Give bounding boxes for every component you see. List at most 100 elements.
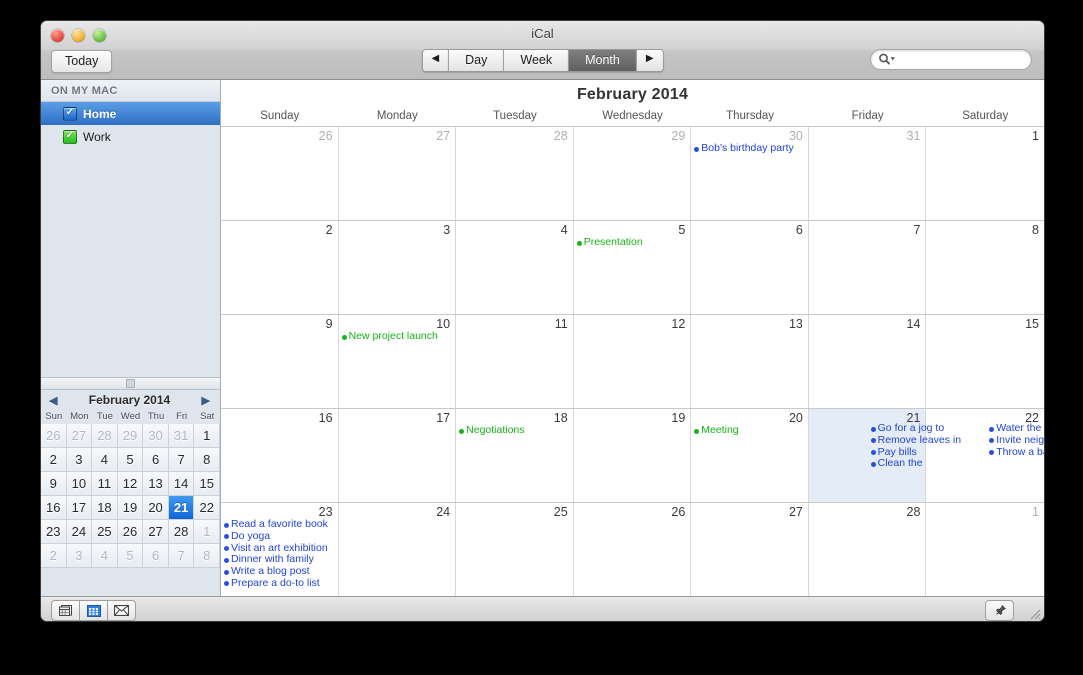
mini-day-cell[interactable]: 29 — [117, 424, 144, 448]
calendar-event[interactable]: Presentation — [576, 237, 689, 249]
calendar-event[interactable]: Bob's birthday party — [694, 143, 806, 155]
day-cell[interactable]: 14 — [809, 315, 927, 408]
day-cell[interactable]: 24 — [339, 503, 457, 596]
day-cell[interactable]: 8 — [926, 221, 1044, 314]
mini-day-cell[interactable]: 13 — [143, 472, 169, 496]
day-cell[interactable]: 28 — [809, 503, 927, 596]
mini-day-cell[interactable]: 27 — [66, 424, 93, 448]
calendar-event[interactable]: New project launch — [341, 331, 454, 343]
mini-day-cell[interactable]: 28 — [168, 520, 195, 544]
day-cell[interactable]: 31 — [809, 127, 927, 220]
calendar-event[interactable]: Prepare a do-to list — [224, 578, 336, 590]
day-cell[interactable]: 16 — [221, 409, 339, 502]
mini-day-cell[interactable]: 19 — [117, 496, 144, 520]
mini-day-cell[interactable]: 6 — [143, 544, 169, 568]
mini-day-cell[interactable]: 1 — [194, 520, 220, 544]
mini-day-cell[interactable]: 18 — [92, 496, 118, 520]
day-cell[interactable]: 20 Meeting — [691, 409, 809, 502]
day-cell[interactable]: 1 — [926, 127, 1044, 220]
day-cell[interactable]: 27 — [339, 127, 457, 220]
calendar-event[interactable]: Meeting — [694, 425, 806, 437]
mini-day-cell[interactable]: 1 — [194, 424, 220, 448]
calendar-event[interactable]: Read a favorite book — [224, 519, 336, 531]
mini-day-cell[interactable]: 4 — [92, 544, 118, 568]
day-cell[interactable]: 26 — [574, 503, 692, 596]
mini-day-cell[interactable]: 22 — [194, 496, 220, 520]
search-icon[interactable] — [878, 53, 896, 66]
previous-period-button[interactable]: ◀ — [422, 50, 450, 71]
mini-day-cell[interactable]: 6 — [143, 448, 169, 472]
calendar-checkbox-work[interactable]: ✓ — [63, 129, 77, 144]
day-cell[interactable]: 12 — [574, 315, 692, 408]
day-cell[interactable]: 5 Presentation — [574, 221, 692, 314]
calendar-event[interactable]: Water the flowers — [989, 423, 1044, 435]
mail-button[interactable] — [107, 600, 136, 621]
mini-day-cell[interactable]: 26 — [41, 424, 67, 448]
mini-day-cell[interactable]: 12 — [117, 472, 144, 496]
today-button[interactable]: Today — [51, 50, 113, 73]
day-cell[interactable]: 18 Negotiations — [456, 409, 574, 502]
mini-day-cell[interactable]: 15 — [194, 472, 220, 496]
calendar-grid-button[interactable] — [79, 600, 107, 621]
day-cell[interactable]: 4 — [456, 221, 574, 314]
mini-day-cell[interactable]: 5 — [117, 544, 144, 568]
calendar-event[interactable]: Remove leaves in — [870, 435, 988, 447]
calendar-event[interactable]: Do yoga — [224, 531, 336, 543]
mini-day-cell[interactable]: 27 — [143, 520, 169, 544]
day-cell[interactable]: 17 — [339, 409, 457, 502]
day-cell[interactable]: 25 — [456, 503, 574, 596]
mini-day-cell[interactable]: 30 — [143, 424, 169, 448]
mini-next-month-button[interactable]: ▶ — [202, 394, 210, 407]
mini-day-cell[interactable]: 21 — [168, 496, 195, 520]
day-cell[interactable]: 19 — [574, 409, 692, 502]
search-input[interactable] — [897, 51, 1025, 69]
calendar-event[interactable]: Invite neigh- — [989, 435, 1044, 447]
mini-day-cell[interactable]: 11 — [92, 472, 118, 496]
mini-day-cell[interactable]: 16 — [41, 496, 67, 520]
pin-button[interactable] — [985, 600, 1014, 621]
calendar-event[interactable]: Visit an art exhibition — [224, 543, 336, 555]
mini-day-cell[interactable]: 8 — [194, 544, 220, 568]
mini-day-cell[interactable]: 31 — [168, 424, 195, 448]
calendar-event[interactable]: Pay bills — [870, 447, 988, 459]
day-cell[interactable]: 6 — [691, 221, 809, 314]
mini-day-cell[interactable]: 8 — [194, 448, 220, 472]
calendar-checkbox-home[interactable]: ✓ — [63, 106, 77, 121]
calendar-event[interactable]: Write a blog post — [224, 566, 336, 578]
sidebar-splitter[interactable] — [41, 377, 220, 390]
day-cell[interactable]: 15 — [926, 315, 1044, 408]
day-cell[interactable]: 26 — [221, 127, 339, 220]
next-period-button[interactable]: ▶ — [636, 50, 663, 71]
day-cell[interactable]: 1 — [926, 503, 1044, 596]
search-field[interactable] — [870, 49, 1032, 70]
calendar-event[interactable]: Dinner with family — [224, 554, 336, 566]
tab-week[interactable]: Week — [504, 50, 570, 71]
mini-day-cell[interactable]: 2 — [41, 448, 67, 472]
mini-day-cell[interactable]: 7 — [168, 448, 195, 472]
day-cell[interactable]: 2 — [221, 221, 339, 314]
day-cell[interactable]: 23 Read a favorite book Do yoga Visit an ar… — [221, 503, 339, 596]
mini-day-cell[interactable]: 9 — [41, 472, 67, 496]
mini-day-cell[interactable]: 25 — [92, 520, 118, 544]
mini-day-cell[interactable]: 20 — [143, 496, 169, 520]
tab-day[interactable]: Day — [449, 50, 505, 71]
calendar-event[interactable]: Throw a barbecue — [989, 447, 1044, 459]
calendar-list-button[interactable] — [51, 600, 79, 621]
mini-day-cell[interactable]: 10 — [66, 472, 93, 496]
mini-day-cell[interactable]: 7 — [168, 544, 195, 568]
calendar-event[interactable]: Negotiations — [459, 425, 571, 437]
mini-day-cell[interactable]: 23 — [41, 520, 67, 544]
mini-day-cell[interactable]: 4 — [92, 448, 118, 472]
mini-day-cell[interactable]: 14 — [168, 472, 195, 496]
calendar-item-work[interactable]: ✓ Work — [41, 125, 220, 148]
mini-day-cell[interactable]: 2 — [41, 544, 67, 568]
mini-day-cell[interactable]: 3 — [66, 544, 93, 568]
calendar-event[interactable]: Go for a jog to — [870, 423, 988, 435]
calendar-event[interactable]: Clean the — [870, 458, 988, 470]
mini-prev-month-button[interactable]: ◀ — [49, 394, 57, 407]
day-cell[interactable]: 10 New project launch — [339, 315, 457, 408]
day-cell[interactable]: 29 — [574, 127, 692, 220]
calendar-item-home[interactable]: ✓ Home — [41, 102, 220, 125]
mini-day-cell[interactable]: 28 — [92, 424, 118, 448]
mini-day-cell[interactable]: 17 — [66, 496, 93, 520]
